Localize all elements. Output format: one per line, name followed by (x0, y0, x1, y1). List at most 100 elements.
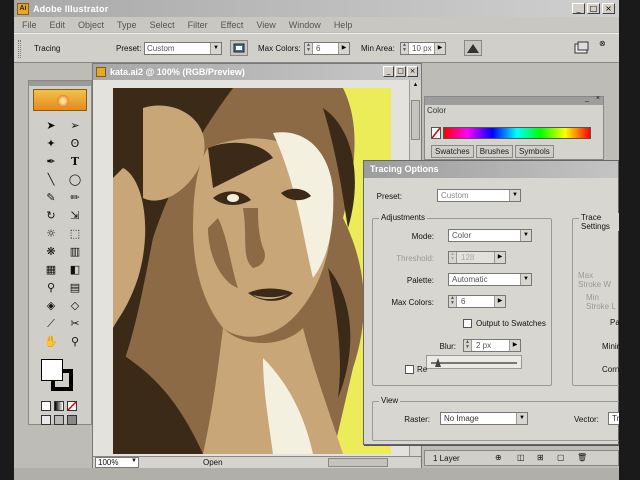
blur-slider-popup[interactable] (426, 355, 522, 369)
dialog-preset-dropdown[interactable]: Custom ▼ (437, 189, 521, 202)
trace-button[interactable] (464, 40, 482, 56)
close-button[interactable]: × (602, 3, 615, 14)
live-paint-bucket-icon[interactable]: ◈ (41, 298, 61, 313)
pen-tool-icon[interactable]: ✒ (41, 154, 61, 169)
zoom-level-dropdown[interactable]: 100% ▼ (95, 457, 139, 468)
standard-screen-mode-icon[interactable] (41, 415, 51, 425)
stepper-arrows-icon[interactable]: ▲ ▼ (464, 340, 472, 351)
color-tab[interactable]: Color (427, 106, 446, 115)
slice-tool-icon[interactable]: ⟋ (41, 316, 61, 331)
resample-checkbox[interactable] (405, 365, 414, 374)
panel-close-icon[interactable]: × (596, 95, 600, 102)
illustrator-logo[interactable] (33, 89, 87, 111)
full-screen-menu-mode-icon[interactable] (54, 415, 64, 425)
scale-tool-icon[interactable]: ⇲ (65, 208, 85, 223)
paintbrush-tool-icon[interactable]: ✎ (41, 190, 61, 205)
control-bar-grip[interactable] (18, 40, 21, 58)
menu-type[interactable]: Type (117, 20, 137, 30)
warp-tool-icon[interactable]: ☼ (41, 226, 61, 241)
scissors-tool-icon[interactable]: ✂ (65, 316, 85, 331)
adjustments-label: Adjustments (379, 213, 428, 222)
maximize-button[interactable]: □ (587, 3, 600, 14)
palette-well-icon[interactable] (574, 41, 590, 55)
ellipse-tool-icon[interactable]: ◯ (65, 172, 85, 187)
lasso-tool-icon[interactable]: ʘ (65, 136, 85, 151)
delete-layer-icon[interactable]: 🗑 (577, 453, 587, 462)
tools-panel-header[interactable] (29, 81, 91, 86)
new-sublayer-icon[interactable]: ⊞ (537, 453, 544, 462)
color-panel-header[interactable]: _ × (425, 95, 603, 105)
free-transform-tool-icon[interactable]: ⬚ (65, 226, 85, 241)
tab-symbols[interactable]: Symbols (515, 145, 554, 158)
minimum-label: Minimum (602, 342, 619, 351)
pencil-tool-icon[interactable]: ✏ (65, 190, 85, 205)
fill-swatch[interactable] (41, 359, 63, 381)
gradient-mode-icon[interactable] (54, 401, 64, 411)
document-titlebar[interactable]: kata.ai2 @ 100% (RGB/Preview) _ □ × (93, 64, 421, 80)
symbol-sprayer-tool-icon[interactable]: ❋ (41, 244, 61, 259)
dialog-title[interactable]: Tracing Options (364, 161, 618, 178)
stepper-arrows-icon[interactable]: ▲ ▼ (449, 296, 457, 307)
max-colors-stepper[interactable]: ▲ ▼ 6 ▶ (304, 42, 350, 55)
scroll-up-icon[interactable]: ▲ (411, 82, 420, 91)
minimize-button[interactable]: _ (572, 3, 585, 14)
doc-minimize-button[interactable]: _ (383, 66, 394, 77)
min-area-stepper[interactable]: ▲ ▼ 10 px ▶ (400, 42, 446, 55)
blur-stepper[interactable]: ▲ ▼ 2 px ▶ (463, 339, 521, 352)
type-tool-icon[interactable]: T (65, 154, 85, 169)
none-mode-icon[interactable] (67, 401, 77, 411)
full-screen-mode-icon[interactable] (67, 415, 77, 425)
menu-window[interactable]: Window (289, 20, 321, 30)
tracing-options-button[interactable] (230, 40, 248, 56)
dialog-preset-label: Preset: (376, 192, 402, 201)
locate-object-icon[interactable]: ⊕ (495, 453, 502, 462)
gradient-tool-icon[interactable]: ◧ (65, 262, 85, 277)
live-paint-selection-icon[interactable]: ◇ (65, 298, 85, 313)
direct-selection-tool-icon[interactable]: ➢ (65, 118, 85, 133)
menu-select[interactable]: Select (150, 20, 175, 30)
new-layer-icon[interactable]: ▢ (557, 453, 565, 462)
raster-dropdown[interactable]: No Image ▼ (440, 412, 528, 425)
palette-dropdown[interactable]: Automatic ▼ (448, 273, 532, 286)
mode-dropdown[interactable]: Color ▼ (448, 229, 532, 242)
preset-dropdown[interactable]: Custom ▼ (144, 42, 222, 55)
none-color-swatch[interactable] (431, 127, 441, 139)
panel-minimize-icon[interactable]: _ (585, 95, 589, 102)
selection-tool-icon[interactable]: ➤ (41, 118, 61, 133)
menu-view[interactable]: View (256, 20, 275, 30)
stepper-arrows-icon[interactable]: ▲ ▼ (305, 43, 313, 54)
menu-file[interactable]: File (22, 20, 37, 30)
menu-filter[interactable]: Filter (188, 20, 208, 30)
menu-help[interactable]: Help (334, 20, 353, 30)
corner-label: Corne (602, 365, 619, 374)
hand-tool-icon[interactable]: ✋ (41, 334, 61, 349)
dialog-max-colors-stepper[interactable]: ▲ ▼ 6 ▶ (448, 295, 506, 308)
menu-effect[interactable]: Effect (221, 20, 244, 30)
magic-wand-tool-icon[interactable]: ✦ (41, 136, 61, 151)
tab-swatches[interactable]: Swatches (431, 145, 474, 158)
vertical-scroll-thumb[interactable] (411, 100, 420, 140)
horizontal-scroll-thumb[interactable] (328, 458, 388, 467)
output-to-swatches-checkbox[interactable] (463, 319, 472, 328)
menu-object[interactable]: Object (78, 20, 104, 30)
stepper-arrows-icon[interactable]: ▲ ▼ (401, 43, 409, 54)
line-tool-icon[interactable]: ╲ (41, 172, 61, 187)
artboard-canvas[interactable] (113, 88, 391, 454)
eyedropper-tool-icon[interactable]: ⚲ (41, 280, 61, 295)
control-bar-close-icon[interactable]: ⊗ (599, 39, 606, 48)
zoom-tool-icon[interactable]: ⚲ (65, 334, 85, 349)
color-spectrum-bar[interactable] (443, 127, 591, 139)
graph-tool-icon[interactable]: ▥ (65, 244, 85, 259)
blur-value: 2 px (476, 341, 492, 350)
color-mode-icon[interactable] (41, 401, 51, 411)
make-clipping-mask-icon[interactable]: ◫ (517, 453, 525, 462)
rotate-tool-icon[interactable]: ↻ (41, 208, 61, 223)
blend-tool-icon[interactable]: ▤ (65, 280, 85, 295)
vector-dropdown[interactable]: Tr (608, 412, 619, 425)
doc-close-button[interactable]: × (407, 66, 418, 77)
mesh-tool-icon[interactable]: ▦ (41, 262, 61, 277)
menu-edit[interactable]: Edit (50, 20, 66, 30)
tab-brushes[interactable]: Brushes (475, 145, 514, 158)
blur-slider-track[interactable] (431, 362, 517, 364)
doc-maximize-button[interactable]: □ (395, 66, 406, 77)
